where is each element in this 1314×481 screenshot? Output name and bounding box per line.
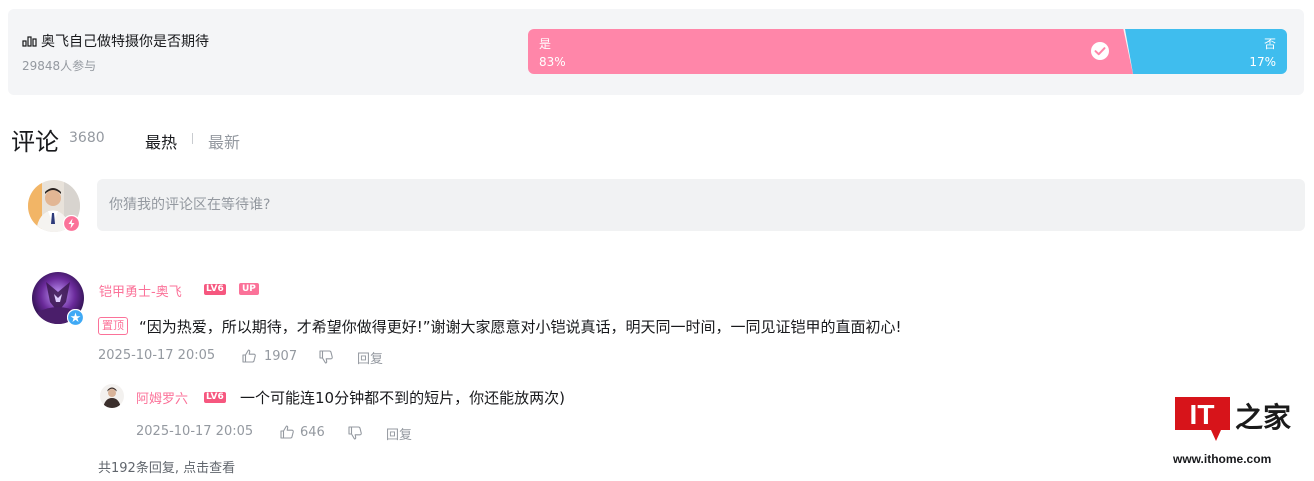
- reply-input[interactable]: [97, 179, 1305, 231]
- level-badge: LV6: [204, 284, 226, 295]
- thumbs-up-icon: [242, 349, 256, 363]
- view-more-replies[interactable]: 共192条回复, 点击查看: [98, 457, 235, 476]
- vote-question: 奥飞自己做特摄你是否期待: [22, 31, 209, 51]
- lightning-badge-icon: [63, 215, 80, 232]
- comment-text: “因为热爱，所以期待，才希望你做得更好!”谢谢大家愿意对小铠说真话，明天同一时间…: [139, 318, 902, 336]
- thumbs-up-icon: [280, 425, 294, 439]
- check-circle-icon: [1091, 42, 1109, 60]
- sort-new-tab[interactable]: 最新: [208, 129, 240, 153]
- sub-reply-text: 一个可能连10分钟都不到的短片，你还能放两次): [240, 389, 565, 407]
- commenter-name[interactable]: 铠甲勇士-奥飞: [99, 281, 182, 300]
- vote-participants: 29848人参与: [22, 59, 97, 73]
- svg-text:IT: IT: [1190, 399, 1215, 430]
- thumbs-down-icon[interactable]: [318, 349, 334, 365]
- vote-question-text: 奥飞自己做特摄你是否期待: [41, 34, 209, 50]
- sub-like-button[interactable]: 646: [279, 424, 325, 440]
- comments-title: 评论: [11, 128, 59, 156]
- thumbs-down-icon[interactable]: [347, 425, 363, 441]
- poll-icon: [22, 36, 37, 47]
- like-count: 1907: [264, 348, 298, 364]
- vote-yes-label: 是: [539, 37, 552, 51]
- up-badge: UP: [239, 283, 259, 295]
- vote-option-no[interactable]: 否 17%: [1125, 29, 1287, 74]
- sort-hot-tab[interactable]: 最热: [145, 129, 177, 153]
- vote-yes-percent: 83%: [539, 55, 566, 69]
- comments-count: 3680: [69, 130, 105, 146]
- verified-badge-icon: [67, 309, 84, 326]
- sort-divider: [192, 133, 193, 144]
- sub-level-badge: LV6: [204, 392, 226, 403]
- sub-reply-name[interactable]: 阿姆罗六: [136, 388, 188, 407]
- svg-text:之家: 之家: [1235, 401, 1291, 434]
- sub-reply-time: 2025-10-17 20:05: [136, 424, 254, 439]
- pinned-tag: 置顶: [98, 317, 128, 335]
- reply-button[interactable]: 回复: [357, 348, 383, 367]
- sub-reply-button[interactable]: 回复: [386, 424, 412, 443]
- sub-reply-avatar[interactable]: [100, 384, 124, 408]
- like-button[interactable]: 1907: [241, 348, 297, 364]
- comment-time: 2025-10-17 20:05: [98, 348, 216, 363]
- ithome-url: www.ithome.com: [1173, 452, 1272, 466]
- vote-card: 奥飞自己做特摄你是否期待 29848人参与 是 83% 否 17%: [8, 9, 1304, 95]
- vote-no-percent: 17%: [1249, 55, 1276, 69]
- vote-no-label: 否: [1263, 37, 1276, 51]
- vote-option-yes[interactable]: 是 83%: [528, 29, 1133, 74]
- sub-like-count: 646: [300, 424, 325, 440]
